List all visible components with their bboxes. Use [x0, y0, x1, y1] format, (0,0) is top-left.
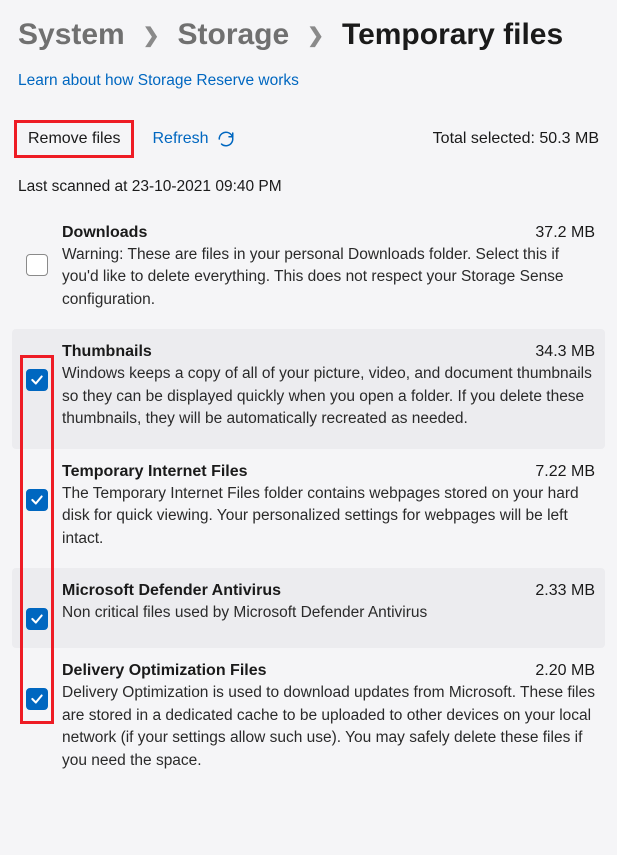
list-item: Thumbnails 34.3 MB Windows keeps a copy of…	[12, 329, 605, 448]
checkbox-column	[26, 224, 52, 311]
chevron-right-icon: ❯	[307, 23, 324, 48]
remove-files-button[interactable]: Remove files	[18, 124, 130, 154]
item-description: Non critical files used by Microsoft Def…	[62, 602, 595, 624]
item-title: Temporary Internet Files	[62, 463, 248, 481]
item-body: Delivery Optimization Files2.20 MBDelive…	[62, 662, 595, 772]
list-item: Downloads 37.2 MB Warning: These are files…	[12, 210, 605, 329]
item-description: The Temporary Internet Files folder cont…	[62, 483, 595, 550]
item-size: 37.2 MB	[535, 224, 595, 242]
item-body: Downloads 37.2 MB Warning: These are files…	[62, 224, 595, 311]
item-size: 2.20 MB	[535, 662, 595, 680]
breadcrumb-storage[interactable]: Storage	[178, 18, 290, 52]
last-scanned: Last scanned at 23-10-2021 09:40 PM	[18, 178, 599, 196]
checkbox[interactable]	[26, 254, 48, 276]
item-head: Thumbnails 34.3 MB	[62, 343, 595, 361]
item-body: Microsoft Defender Antivirus 2.33 MB Non c…	[62, 582, 595, 630]
breadcrumb: System ❯ Storage ❯ Temporary files	[18, 18, 599, 52]
item-size: 34.3 MB	[535, 343, 595, 361]
chevron-right-icon: ❯	[143, 23, 160, 48]
total-selected-value: 50.3 MB	[539, 130, 599, 147]
checkbox[interactable]	[26, 489, 48, 511]
list-item: Delivery Optimization Files2.20 MBDelive…	[12, 648, 605, 790]
refresh-button[interactable]: Refresh	[152, 130, 234, 148]
checkbox-column	[26, 662, 52, 772]
item-head: Delivery Optimization Files 2.20 MB	[62, 662, 595, 680]
item-body: Thumbnails 34.3 MB Windows keeps a copy of…	[62, 343, 595, 430]
breadcrumb-system[interactable]: System	[18, 18, 125, 52]
refresh-icon	[217, 130, 235, 148]
item-head: Downloads 37.2 MB	[62, 224, 595, 242]
item-title: Microsoft Defender Antivirus	[62, 582, 281, 600]
checkbox-column	[26, 343, 52, 430]
item-head: Temporary Internet Files 7.22 MB	[62, 463, 595, 481]
item-size: 7.22 MB	[535, 463, 595, 481]
item-description: Delivery Optimization is used to downloa…	[62, 682, 595, 772]
list-item: Microsoft Defender Antivirus 2.33 MB Non c…	[12, 568, 605, 648]
item-size: 2.33 MB	[535, 582, 595, 600]
checkbox[interactable]	[26, 688, 48, 710]
checkbox-column	[26, 582, 52, 630]
total-selected: Total selected: 50.3 MB	[433, 130, 599, 148]
checkbox[interactable]	[26, 608, 48, 630]
item-body: Temporary Internet Files 7.22 MB The Tempo…	[62, 463, 595, 550]
item-description: Windows keeps a copy of all of your pict…	[62, 363, 595, 430]
learn-storage-reserve-link[interactable]: Learn about how Storage Reserve works	[18, 72, 299, 90]
item-title: Delivery Optimization Files	[62, 662, 267, 680]
checkbox[interactable]	[26, 369, 48, 391]
item-head: Microsoft Defender Antivirus 2.33 MB	[62, 582, 595, 600]
item-title: Downloads	[62, 224, 147, 242]
items-list: Downloads 37.2 MB Warning: These are files…	[12, 210, 605, 790]
refresh-label: Refresh	[152, 130, 208, 148]
checkbox-column	[26, 463, 52, 550]
list-item: Temporary Internet Files 7.22 MB The Tempo…	[12, 449, 605, 568]
total-selected-label: Total selected:	[433, 130, 540, 147]
action-row: Remove files Refresh Total selected: 50.…	[18, 124, 599, 154]
item-title: Thumbnails	[62, 343, 152, 361]
item-description: Warning: These are files in your persona…	[62, 244, 595, 311]
breadcrumb-current: Temporary files	[342, 18, 563, 52]
